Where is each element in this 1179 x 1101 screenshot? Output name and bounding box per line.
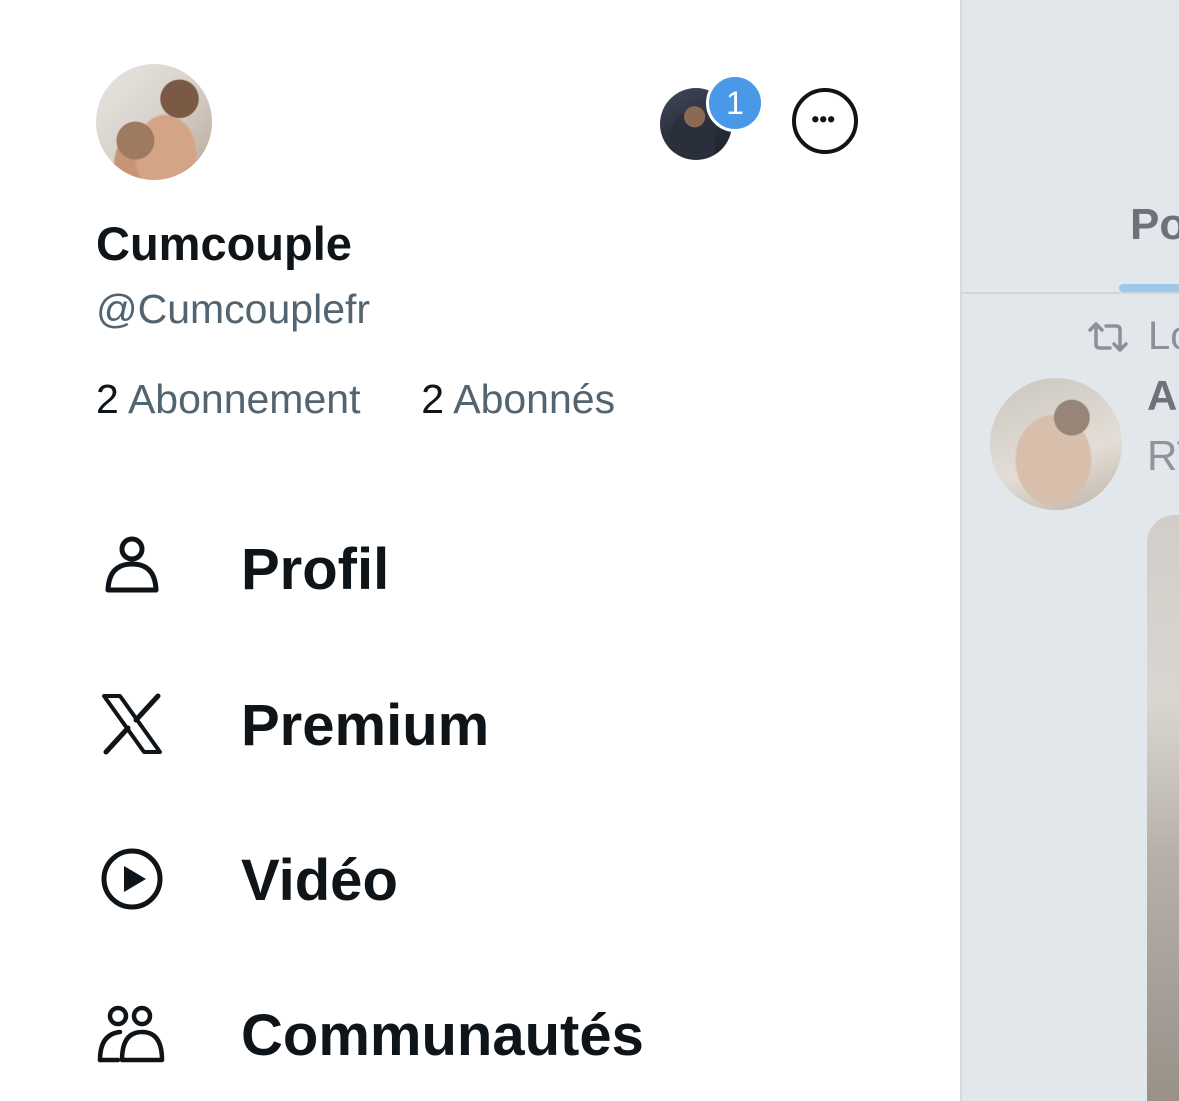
play-circle-icon <box>101 848 163 910</box>
following-link[interactable]: 2 Abonnement <box>96 376 372 422</box>
side-drawer: 1 Cumcouple @Cumcouplefr 2 Abonnement 2 … <box>0 0 960 1101</box>
x-logo-icon <box>102 693 162 755</box>
post-text: RT <box>1147 432 1179 479</box>
menu-label-premium: Premium <box>241 693 490 758</box>
profile-handle: @Cumcouplefr <box>96 286 371 332</box>
post-media[interactable] <box>1147 515 1179 1101</box>
retweet-context-text: Lo <box>1148 314 1179 358</box>
following-label: Abonnement <box>127 376 361 422</box>
menu-label-video: Vidéo <box>241 848 398 913</box>
menu-label-communautes: Communautés <box>241 1003 644 1068</box>
follow-stats: 2 Abonnement 2 Abonnés <box>96 376 615 423</box>
person-icon <box>105 536 159 593</box>
timeline-tab-posts[interactable]: Po <box>1130 200 1179 250</box>
menu-item-profil[interactable]: Profil <box>96 532 856 612</box>
menu-label-profil: Profil <box>241 537 390 602</box>
following-count: 2 <box>96 376 119 422</box>
followers-label: Abonnés <box>453 376 616 422</box>
followers-link[interactable]: 2 Abonnés <box>410 376 615 422</box>
more-icon <box>812 116 835 123</box>
communities-icon <box>97 1005 165 1063</box>
timeline-divider <box>962 292 1179 294</box>
followers-count: 2 <box>421 376 445 422</box>
more-options-button[interactable] <box>792 88 858 154</box>
timeline-background: Po Lo A RT <box>960 0 1179 1101</box>
menu-item-video[interactable]: Vidéo <box>96 843 856 923</box>
profile-avatar[interactable] <box>96 64 212 180</box>
post-author-avatar[interactable] <box>990 378 1122 510</box>
post-author-name[interactable]: A <box>1147 372 1177 420</box>
profile-display-name[interactable]: Cumcouple <box>96 216 352 271</box>
notification-badge: 1 <box>706 74 764 132</box>
active-tab-indicator <box>1119 284 1179 292</box>
menu-item-premium[interactable]: Premium <box>96 688 856 768</box>
retweet-icon <box>1088 322 1128 352</box>
menu-item-communautes[interactable]: Communautés <box>96 998 856 1078</box>
